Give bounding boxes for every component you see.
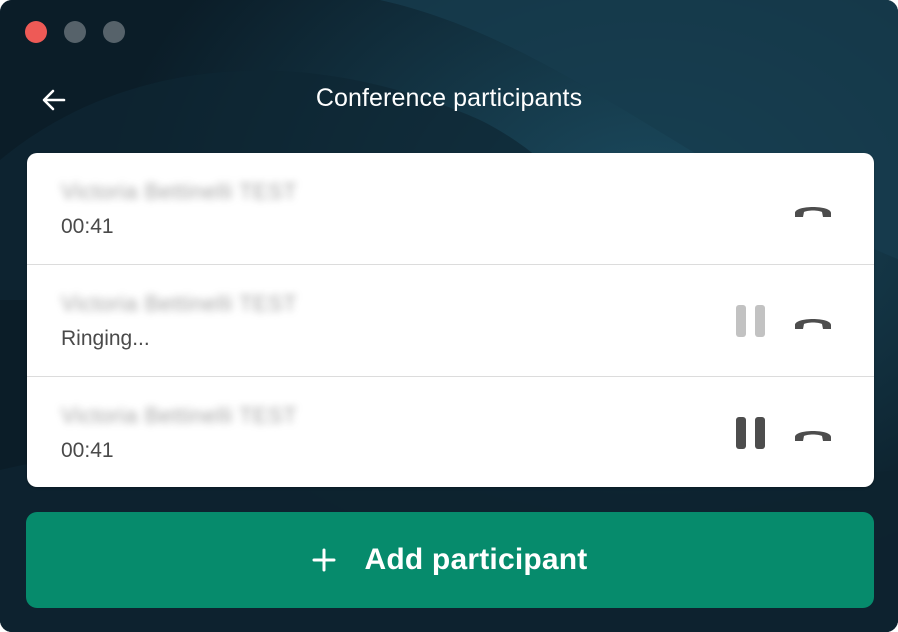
pause-icon-bar [736,417,746,449]
page-title: Conference participants [315,84,583,112]
phone-hangup-icon[interactable] [792,193,834,225]
pause-icon-bar [755,417,765,449]
maximize-window-button[interactable] [103,21,125,43]
participant-row: Victoria Bettinelli TEST 00:41 [27,153,874,265]
minimize-window-button[interactable] [64,21,86,43]
app-window: Conference participants Victoria Bettine… [0,0,898,632]
phone-hangup-icon[interactable] [792,417,834,449]
participant-status: 00:41 [61,215,114,238]
participant-name: Victoria Bettinelli TEST [61,179,298,204]
add-participant-button[interactable]: Add participant [26,512,874,608]
participant-row: Victoria Bettinelli TEST 00:41 [27,377,874,487]
plus-icon [312,548,336,572]
participant-row: Victoria Bettinelli TEST Ringing... [27,265,874,377]
window-controls [25,21,125,43]
participant-status: Ringing... [61,327,150,350]
hold-button[interactable] [736,417,766,449]
participant-name: Victoria Bettinelli TEST [61,403,298,428]
phone-hangup-icon[interactable] [792,305,834,337]
close-window-button[interactable] [25,21,47,43]
participants-list: Victoria Bettinelli TEST 00:41 Victoria … [27,153,874,487]
pause-icon-bar [736,305,746,337]
add-participant-label: Add participant [364,543,588,576]
pause-icon-bar [755,305,765,337]
hold-button-disabled [736,305,766,337]
participant-name: Victoria Bettinelli TEST [61,291,298,316]
participant-status: 00:41 [61,439,114,462]
